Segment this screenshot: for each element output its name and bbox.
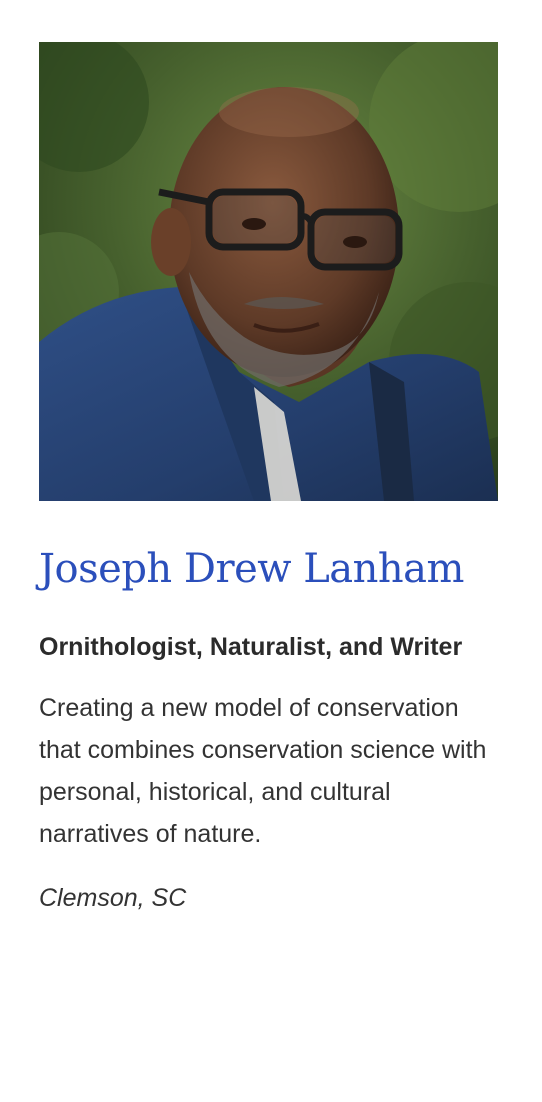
profile-card: Joseph Drew Lanham Ornithologist, Natura… bbox=[39, 42, 499, 919]
profile-photo[interactable] bbox=[39, 42, 498, 501]
person-name: Joseph Drew Lanham bbox=[39, 545, 499, 593]
person-name-link[interactable]: Joseph Drew Lanham bbox=[39, 546, 464, 592]
person-description: Creating a new model of conservation tha… bbox=[39, 694, 487, 848]
person-title: Ornithologist, Naturalist, and Writer bbox=[39, 633, 463, 661]
person-location: Clemson, SC bbox=[39, 884, 187, 912]
portrait-image bbox=[39, 42, 498, 501]
